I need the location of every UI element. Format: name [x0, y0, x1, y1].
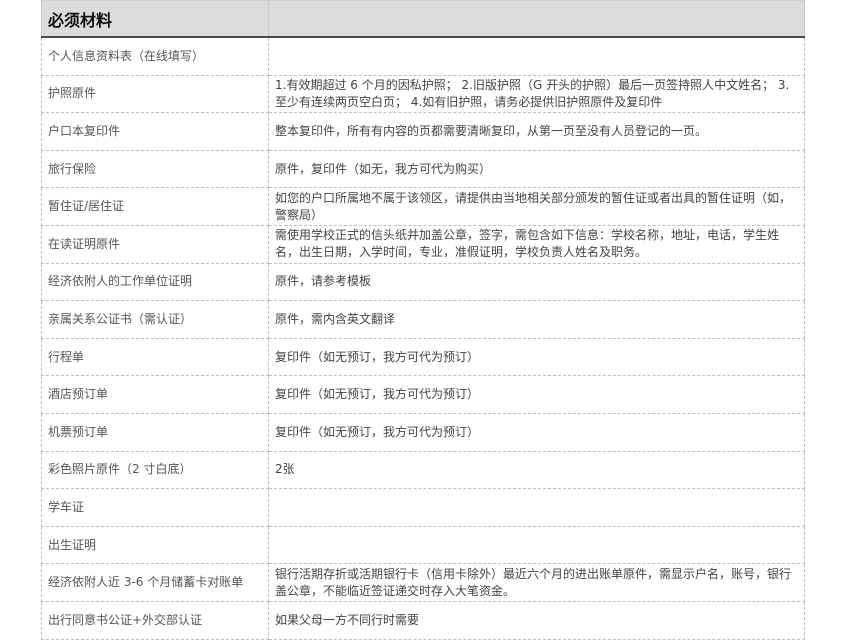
material-description-cell: 需使用学校正式的信头纸并加盖公章，签字，需包含如下信息：学校名称，地址，电话，学…: [268, 224, 805, 264]
material-description-cell: 整本复印件，所有有内容的页都需要清晰复印，从第一页至没有人员登记的一页。: [268, 112, 805, 151]
table-row: 出生证明: [41, 525, 805, 565]
table-row: 护照原件 1.有效期超过 6 个月的因私护照； 2.旧版护照（G 开头的护照）最后…: [41, 74, 805, 114]
material-description-cell: 2张: [268, 450, 805, 490]
material-name-cell: 出行同意书公证+外交部认证: [41, 600, 269, 640]
material-description-cell: [268, 525, 805, 565]
material-name-cell: 机票预订单: [41, 412, 269, 452]
table-row: 学车证: [41, 488, 805, 527]
material-name-cell: 护照原件: [41, 74, 269, 114]
material-name-cell: 个人信息资料表（在线填写）: [41, 36, 269, 76]
table-row: 在读证明原件 需使用学校正式的信头纸并加盖公章，签字，需包含如下信息：学校名称，地…: [41, 224, 805, 264]
material-name-cell: 彩色照片原件（2 寸白底）: [41, 450, 269, 490]
material-description-cell: 如您的户口所属地不属于该领区，请提供由当地相关部分颁发的暂住证或者出具的暂住证明…: [268, 187, 805, 226]
table-row: 亲属关系公证书（需认证） 原件，需内含英文翻译: [41, 300, 805, 339]
material-description-cell: 银行活期存折或活期银行卡（信用卡除外）最近六个月的进出账单原件，需显示户名，账号…: [268, 563, 805, 602]
table-row: 旅行保险 原件，复印件（如无，我方可代为购买）: [41, 149, 805, 189]
table-row: 机票预订单 复印件（如无预订，我方可代为预订）: [41, 412, 805, 452]
table-header-col2: [268, 0, 805, 38]
material-name-cell: 酒店预订单: [41, 375, 269, 414]
material-description-cell: 原件，复印件（如无，我方可代为购买）: [268, 149, 805, 189]
material-name-cell: 在读证明原件: [41, 224, 269, 264]
material-description-cell: 1.有效期超过 6 个月的因私护照； 2.旧版护照（G 开头的护照）最后一页签持…: [268, 74, 805, 114]
table-row: 经济依附人的工作单位证明 原件，请参考模板: [41, 262, 805, 302]
table-row: 出行同意书公证+外交部认证 如果父母一方不同行时需要: [41, 600, 805, 640]
material-name-cell: 暂住证/居住证: [41, 187, 269, 226]
material-name-cell: 行程单: [41, 337, 269, 377]
table-row: 暂住证/居住证 如您的户口所属地不属于该领区，请提供由当地相关部分颁发的暂住证或者…: [41, 187, 805, 226]
material-name-cell: 经济依附人的工作单位证明: [41, 262, 269, 302]
table-row: 行程单 复印件（如无预订，我方可代为预订）: [41, 337, 805, 377]
table-header-row: 必须材料: [41, 0, 805, 38]
table-row: 经济依附人近 3-6 个月储蓄卡对账单 银行活期存折或活期银行卡（信用卡除外）最近…: [41, 563, 805, 602]
material-name-cell: 经济依附人近 3-6 个月储蓄卡对账单: [41, 563, 269, 602]
table-row: 酒店预订单 复印件（如无预订，我方可代为预订）: [41, 375, 805, 414]
table-body: 个人信息资料表（在线填写） 护照原件 1.有效期超过 6 个月的因私护照； 2.旧版…: [41, 36, 805, 640]
material-description-cell: 复印件（如无预订，我方可代为预订）: [268, 375, 805, 414]
required-materials-table: 必须材料 个人信息资料表（在线填写） 护照原件 1.有效期超过 6 个月的因私护照；…: [41, 0, 805, 640]
material-description-cell: 如果父母一方不同行时需要: [268, 600, 805, 640]
table-header-title: 必须材料: [41, 0, 269, 38]
material-description-cell: [268, 36, 805, 76]
material-description-cell: 原件，请参考模板: [268, 262, 805, 302]
material-name-cell: 学车证: [41, 488, 269, 527]
table-row: 户口本复印件 整本复印件，所有有内容的页都需要清晰复印，从第一页至没有人员登记的一…: [41, 112, 805, 151]
material-name-cell: 旅行保险: [41, 149, 269, 189]
material-description-cell: 原件，需内含英文翻译: [268, 300, 805, 339]
material-description-cell: 复印件（如无预订，我方可代为预订）: [268, 412, 805, 452]
material-description-cell: 复印件（如无预订，我方可代为预订）: [268, 337, 805, 377]
material-name-cell: 户口本复印件: [41, 112, 269, 151]
table-row: 彩色照片原件（2 寸白底） 2张: [41, 450, 805, 490]
material-description-cell: [268, 488, 805, 527]
material-name-cell: 亲属关系公证书（需认证）: [41, 300, 269, 339]
table-row: 个人信息资料表（在线填写）: [41, 36, 805, 76]
material-name-cell: 出生证明: [41, 525, 269, 565]
